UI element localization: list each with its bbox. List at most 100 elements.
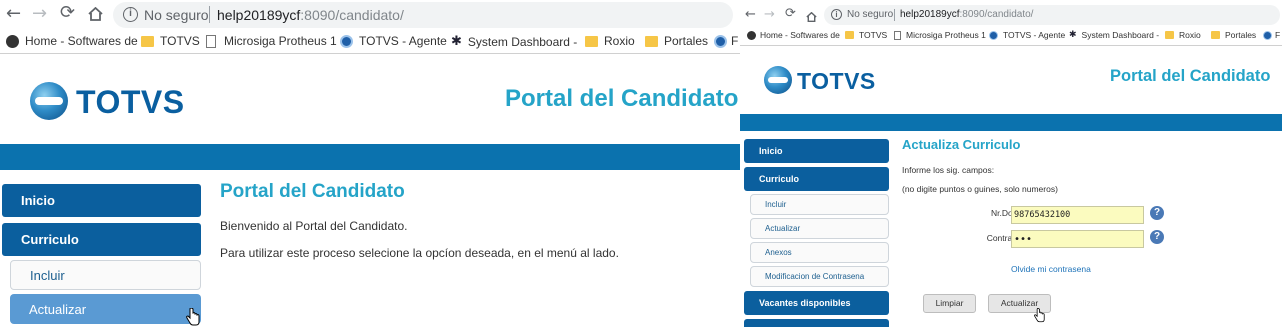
bookmark-item[interactable]: Home - Softwares de (747, 30, 840, 40)
url-host: help20189ycf (900, 9, 960, 20)
header-band (0, 144, 740, 170)
folder-icon (585, 35, 598, 47)
portal-title: Portal del Candidato (505, 85, 739, 112)
home-icon[interactable] (88, 6, 103, 21)
bookmark-item[interactable]: Roxio (585, 34, 635, 48)
totvs-circle-icon (714, 34, 727, 48)
bookmark-label: TOTVS (859, 30, 888, 40)
bookmark-label: Microsiga Protheus 1 (224, 34, 337, 48)
help-icon[interactable]: ? (1150, 206, 1164, 220)
password-input[interactable]: ••• (1011, 230, 1144, 248)
bookmark-label: Portales (664, 34, 709, 48)
bookmark-label: System Dashboard - (467, 34, 578, 49)
bookmark-item[interactable]: TOTVS (845, 30, 887, 40)
browser-toolbar: ← → ⟳ i No seguro help20189ycf:8090/cand… (0, 0, 740, 30)
security-label: No seguro (144, 7, 209, 23)
url-path: :8090/candidato/ (300, 7, 404, 23)
hand-cursor-icon (1034, 308, 1045, 323)
totvs-circle-icon (989, 30, 998, 40)
menu-inicio[interactable]: Inicio (2, 184, 201, 217)
forward-arrow-icon[interactable]: → (764, 8, 775, 21)
menu-incluir[interactable]: Incluir (10, 260, 201, 290)
right-browser-window: ← → ⟳ i No seguro help20189ycf:8090/cand… (740, 0, 1282, 327)
info-icon[interactable]: i (123, 7, 138, 22)
totvs-logo-icon (764, 66, 792, 94)
bookmark-label: TOTVS - Agente (359, 34, 447, 48)
address-divider (209, 6, 210, 23)
hand-cursor-icon (186, 307, 200, 326)
bookmark-item[interactable]: TOTVS - Agente (989, 30, 1065, 40)
bookmark-item[interactable]: Microsiga Protheus 1 (894, 30, 986, 40)
bookmark-item[interactable]: Portales (1211, 30, 1256, 40)
menu-inicio[interactable]: Inicio (744, 139, 889, 163)
clear-button[interactable]: Limpiar (923, 294, 976, 313)
menu-anexos[interactable]: Anexos (750, 242, 889, 263)
bookmark-label: Roxio (604, 34, 635, 48)
menu-vacantes-disponibles[interactable]: Vacantes disponibles (744, 291, 889, 315)
help-icon[interactable]: ? (1150, 230, 1164, 244)
form-title: Actualiza Curriculo (902, 137, 1021, 152)
nrdoc-input[interactable]: 98765432100 (1011, 206, 1144, 224)
menu-modificacion-contrasena[interactable]: Modificacion de Contrasena (750, 266, 889, 287)
menu-curriculo[interactable]: Curriculo (744, 167, 889, 191)
totvs-logo-icon (30, 82, 68, 120)
bookmark-label: Home - Softwares de (25, 34, 138, 48)
bookmark-item[interactable]: Roxio (1165, 30, 1201, 40)
left-browser-window: ← → ⟳ i No seguro help20189ycf:8090/cand… (0, 0, 740, 327)
bookmark-item[interactable]: F (1263, 30, 1280, 40)
page-icon (206, 34, 216, 48)
bookmark-item[interactable]: F (714, 34, 738, 48)
menu-incluir[interactable]: Incluir (750, 194, 889, 215)
back-arrow-icon[interactable]: ← (6, 5, 21, 23)
bookmark-label: TOTVS (160, 34, 200, 48)
url-text[interactable]: help20189ycf:8090/candidato/ (217, 7, 404, 23)
address-bar[interactable]: i No seguro help20189ycf:8090/candidato/ (824, 5, 1280, 25)
bookmark-label: Portales (1225, 30, 1257, 40)
menu-curriculo[interactable]: Curriculo (2, 223, 201, 256)
totvs-circle-icon (340, 34, 353, 48)
menu-actualizar[interactable]: Actualizar (750, 218, 889, 239)
home-icon[interactable] (806, 9, 817, 22)
bookmark-item[interactable]: Portales (645, 34, 708, 48)
form-instruction: Informe los sig. campos: (902, 165, 995, 175)
totvs-logo-text: TOTVS (76, 84, 185, 120)
totvs-dark-icon (6, 34, 19, 48)
forward-arrow-icon[interactable]: → (32, 5, 47, 23)
portal-title: Portal del Candidato (1110, 67, 1271, 85)
bookmark-item[interactable]: TOTVS (141, 34, 200, 48)
info-icon[interactable]: i (831, 9, 842, 20)
jira-icon: ✱ (451, 34, 462, 49)
totvs-logo-text: TOTVS (797, 68, 876, 94)
bookmark-label: System Dashboard - (1081, 30, 1160, 40)
reload-icon[interactable]: ⟳ (60, 4, 75, 22)
menu-next-item[interactable] (744, 319, 889, 327)
bookmark-label: Microsiga Protheus 1 (906, 30, 986, 40)
jira-icon: ✱ (1069, 30, 1077, 40)
url-text[interactable]: help20189ycf:8090/candidato/ (900, 9, 1033, 20)
bookmarks-bar: Home - Softwares de TOTVS Microsiga Prot… (740, 26, 1282, 46)
security-label: No seguro (847, 9, 894, 20)
form-hint: (no digite puntos o guines, solo numeros… (902, 184, 1058, 194)
back-arrow-icon[interactable]: ← (745, 8, 756, 21)
folder-icon (1211, 31, 1220, 39)
bookmarks-bar: Home - Softwares de TOTVS Microsiga Prot… (0, 30, 740, 54)
folder-icon (845, 31, 854, 39)
bookmark-item[interactable]: ✱ System Dashboard - (1069, 30, 1159, 40)
forgot-password-link[interactable]: Olvide mi contrasena (1011, 264, 1091, 274)
bookmark-item[interactable]: Home - Softwares de (6, 34, 138, 48)
reload-icon[interactable]: ⟳ (785, 7, 796, 20)
welcome-text: Bienvenido al Portal del Candidato. (220, 219, 408, 233)
bookmark-item[interactable]: Microsiga Protheus 1 (206, 34, 337, 48)
address-bar[interactable]: i No seguro help20189ycf:8090/candidato/ (113, 2, 733, 28)
menu-actualizar[interactable]: Actualizar (10, 294, 201, 324)
bookmark-label: Home - Softwares de (760, 30, 840, 40)
nrdoc-label: Nr.Doc (991, 208, 1017, 218)
totvs-circle-icon (1263, 30, 1272, 40)
instructions-text: Para utilizar este proceso selecione la … (220, 246, 619, 260)
totvs-dark-icon (747, 30, 756, 40)
bookmark-item[interactable]: ✱ System Dashboard - (451, 34, 577, 49)
header-band (740, 114, 1282, 131)
bookmark-item[interactable]: TOTVS - Agente (340, 34, 447, 48)
folder-icon (141, 35, 154, 47)
bookmark-label: TOTVS - Agente (1003, 30, 1066, 40)
